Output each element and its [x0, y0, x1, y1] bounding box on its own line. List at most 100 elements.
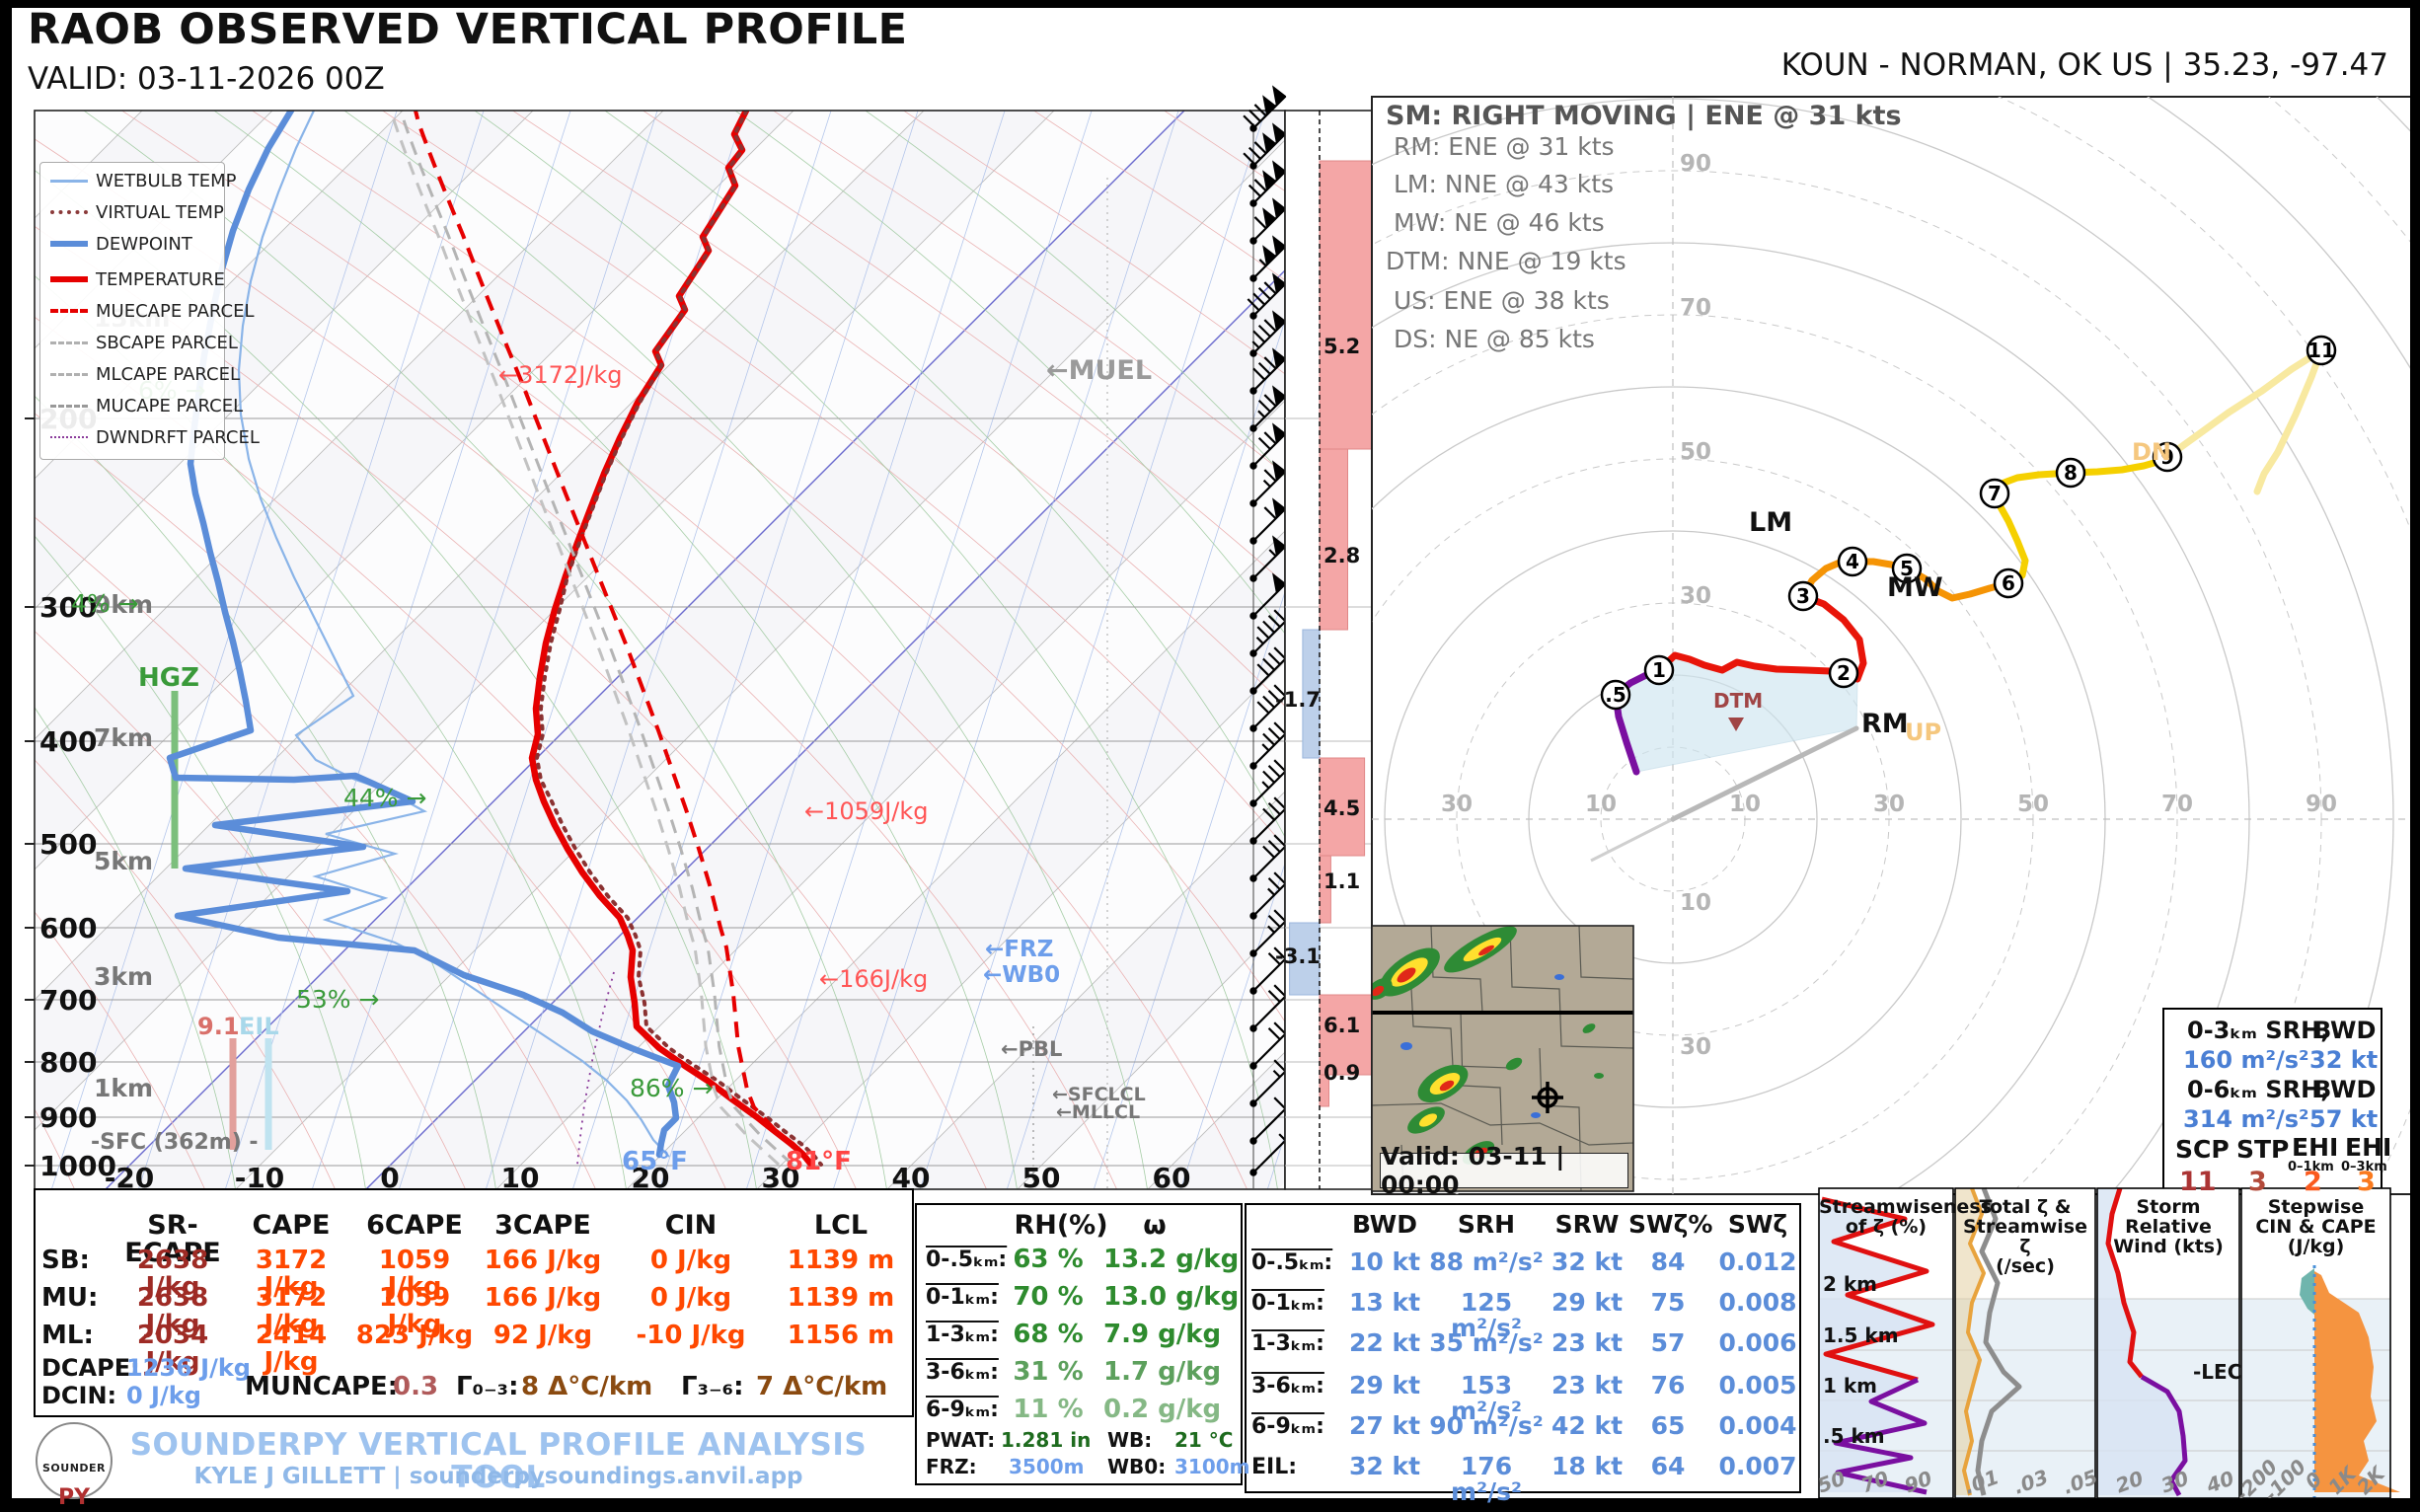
surface-temp-f: 81°F: [786, 1149, 852, 1175]
mucape-line-icon: [50, 405, 88, 408]
shear-row-label: 0-1ₖₘ:: [1251, 1292, 1324, 1315]
mu-row-label: MU:: [41, 1285, 98, 1312]
ds-motion: DS: NE @ 85 kts: [1394, 327, 1595, 352]
hodo-ring-label: 30: [1441, 792, 1473, 817]
hodo-ring-label: 30: [1873, 792, 1905, 817]
logo-text-top: SOUNDER: [38, 1463, 111, 1474]
hodo-height-marker-label: 4: [1846, 550, 1859, 573]
legend-label: SBCAPE PARCEL: [96, 333, 238, 353]
legend-item-wetbulb: WETBULB TEMP: [50, 171, 237, 190]
eil-bar-label: EIL: [239, 1015, 279, 1039]
shear-swzpct: 75: [1628, 1290, 1707, 1316]
sb-cin: 0 J/kg: [632, 1247, 750, 1274]
rm-motion: RM: ENE @ 31 kts: [1394, 134, 1615, 160]
rh-row-label: 0-1ₖₘ:: [926, 1286, 999, 1309]
mini-height-label: 1 km: [1823, 1374, 1877, 1398]
scp-header: SCP: [2175, 1137, 2230, 1163]
storm-motion-headline: SM: RIGHT MOVING | ENE @ 31 kts: [1386, 103, 1902, 130]
legend-item-mlcape: MLCAPE PARCEL: [50, 364, 240, 384]
omega-value: 13.2 g/kg: [1103, 1247, 1239, 1273]
hgz-label: HGZ: [138, 665, 199, 692]
hodo-ring-label: 90: [1680, 151, 1711, 177]
ml-3cape: 92 J/kg: [484, 1323, 602, 1349]
mini-height-label: 1.5 km: [1823, 1323, 1899, 1347]
bwd3-value: 32 kt: [2309, 1048, 2378, 1073]
pressure-tick-label: 500: [39, 828, 97, 861]
shear-swz: 0.012: [1718, 1249, 1797, 1275]
pressure-tick-label: 900: [39, 1101, 97, 1134]
swzpct-header: SWζ%: [1628, 1212, 1707, 1238]
hodo-ring-label: 10: [1729, 792, 1761, 817]
shear-swzpct: 84: [1628, 1249, 1707, 1275]
wb-label: WB:: [1107, 1430, 1152, 1451]
shear-srh: 90 m²/s²: [1427, 1413, 1546, 1439]
srh-header: SRH: [1427, 1212, 1546, 1238]
legend-label: MLCAPE PARCEL: [96, 364, 240, 385]
omega-bar-label: 6.1: [1323, 1015, 1360, 1036]
ehi3-value: 3: [2357, 1169, 2376, 1196]
srh6-value: 314 m²/s²: [2183, 1107, 2309, 1132]
ml-lcl: 1156 m: [782, 1323, 900, 1349]
shear-srw: 18 kt: [1548, 1454, 1626, 1479]
hodo-height-marker-label: 11: [2307, 339, 2335, 362]
mini-height-label: 2 km: [1823, 1272, 1877, 1296]
rh-annotation: 44% →: [343, 784, 426, 812]
omega-bar: [1320, 449, 1348, 630]
mw-motion: MW: NE @ 46 kts: [1394, 210, 1605, 236]
branding-credit: KYLE J GILLETT | sounderpysoundings.anvi…: [118, 1465, 878, 1488]
shear-bwd: 29 kt: [1345, 1373, 1424, 1399]
hodo-ring-label: 70: [1680, 295, 1711, 321]
legend-item-dwndrft: DWNDRFT PARCEL: [50, 427, 260, 447]
radar-valid-label: Valid: 03-11 | 00:00: [1380, 1153, 1628, 1188]
omega-value: 1.7 g/kg: [1103, 1359, 1221, 1386]
muncape-label: MUNCAPE:: [245, 1374, 398, 1400]
panel4-title: Stepwise CIN & CAPE (J/kg): [2241, 1198, 2390, 1257]
shear-srw: 42 kt: [1548, 1413, 1626, 1439]
legend-label: DEWPOINT: [96, 234, 192, 255]
pwat-label: PWAT:: [926, 1430, 995, 1451]
mllcl-annotation: ←MLLCL: [1056, 1103, 1140, 1123]
rh-row-label: 3-6ₖₘ:: [926, 1361, 999, 1384]
hodo-ring-label: 50: [1680, 439, 1711, 465]
sb-3cape: 166 J/kg: [484, 1247, 602, 1274]
legend-label: DWNDRFT PARCEL: [96, 427, 260, 448]
shear-swz: 0.007: [1718, 1454, 1797, 1479]
shear-bwd: 13 kt: [1345, 1290, 1424, 1316]
dewpoint-line-icon: [50, 241, 88, 247]
frz-value: 3500m: [1009, 1457, 1085, 1477]
th-header-3cape: 3CAPE: [484, 1212, 602, 1240]
dcape-value: 1236 J/kg: [126, 1356, 251, 1381]
shear-srw: 23 kt: [1548, 1330, 1626, 1356]
dcape-bar-label: 9.1: [197, 1015, 240, 1039]
rh-value: 63 %: [999, 1247, 1097, 1273]
shear-srw: 32 kt: [1548, 1249, 1626, 1275]
lapse36-label: Γ₃₋₆:: [681, 1374, 743, 1400]
hodo-height-marker-label: 8: [2064, 461, 2078, 485]
height-label: 5km: [94, 847, 153, 875]
height-label: 7km: [94, 723, 153, 752]
lm-motion: LM: NNE @ 43 kts: [1394, 172, 1614, 197]
shear-bwd: 22 kt: [1345, 1330, 1424, 1356]
sb-lcl: 1139 m: [782, 1247, 900, 1274]
surface-dewpoint-f: 65°F: [622, 1149, 688, 1175]
srw-header: SRW: [1548, 1212, 1626, 1238]
legend-item-virtual: VIRTUAL TEMP: [50, 202, 224, 222]
shear-row-label: 3-6ₖₘ:: [1251, 1375, 1324, 1398]
sounderpy-figure: 2003004005006007008009001000-20-10010203…: [0, 0, 2420, 1512]
shear-row-label: 6-9ₖₘ:: [1251, 1415, 1324, 1438]
omega-bar-label: 2.8: [1323, 545, 1360, 567]
height-label: 1km: [94, 1074, 153, 1102]
shear-swz: 0.005: [1718, 1373, 1797, 1399]
hodo-height-marker-label: .5: [1605, 683, 1626, 707]
shear-swzpct: 65: [1628, 1413, 1707, 1439]
cape6-annotation: ←1059J/kg: [804, 799, 928, 824]
up-label: UP: [1905, 720, 1941, 745]
wb0-value: 3100m: [1174, 1457, 1250, 1477]
hodo-height-marker-label: 7: [1988, 482, 2002, 505]
shear-swzpct: 57: [1628, 1330, 1707, 1356]
virtual-temp-line-icon: [50, 210, 88, 214]
omega-bar-label: 0.9: [1323, 1062, 1360, 1084]
ml-6cape: 823 J/kg: [355, 1323, 474, 1349]
station-title: KOUN - NORMAN, OK US | 35.23, -97.47: [1500, 49, 2388, 82]
surface-height-label: -SFC (362m) -: [91, 1131, 259, 1154]
